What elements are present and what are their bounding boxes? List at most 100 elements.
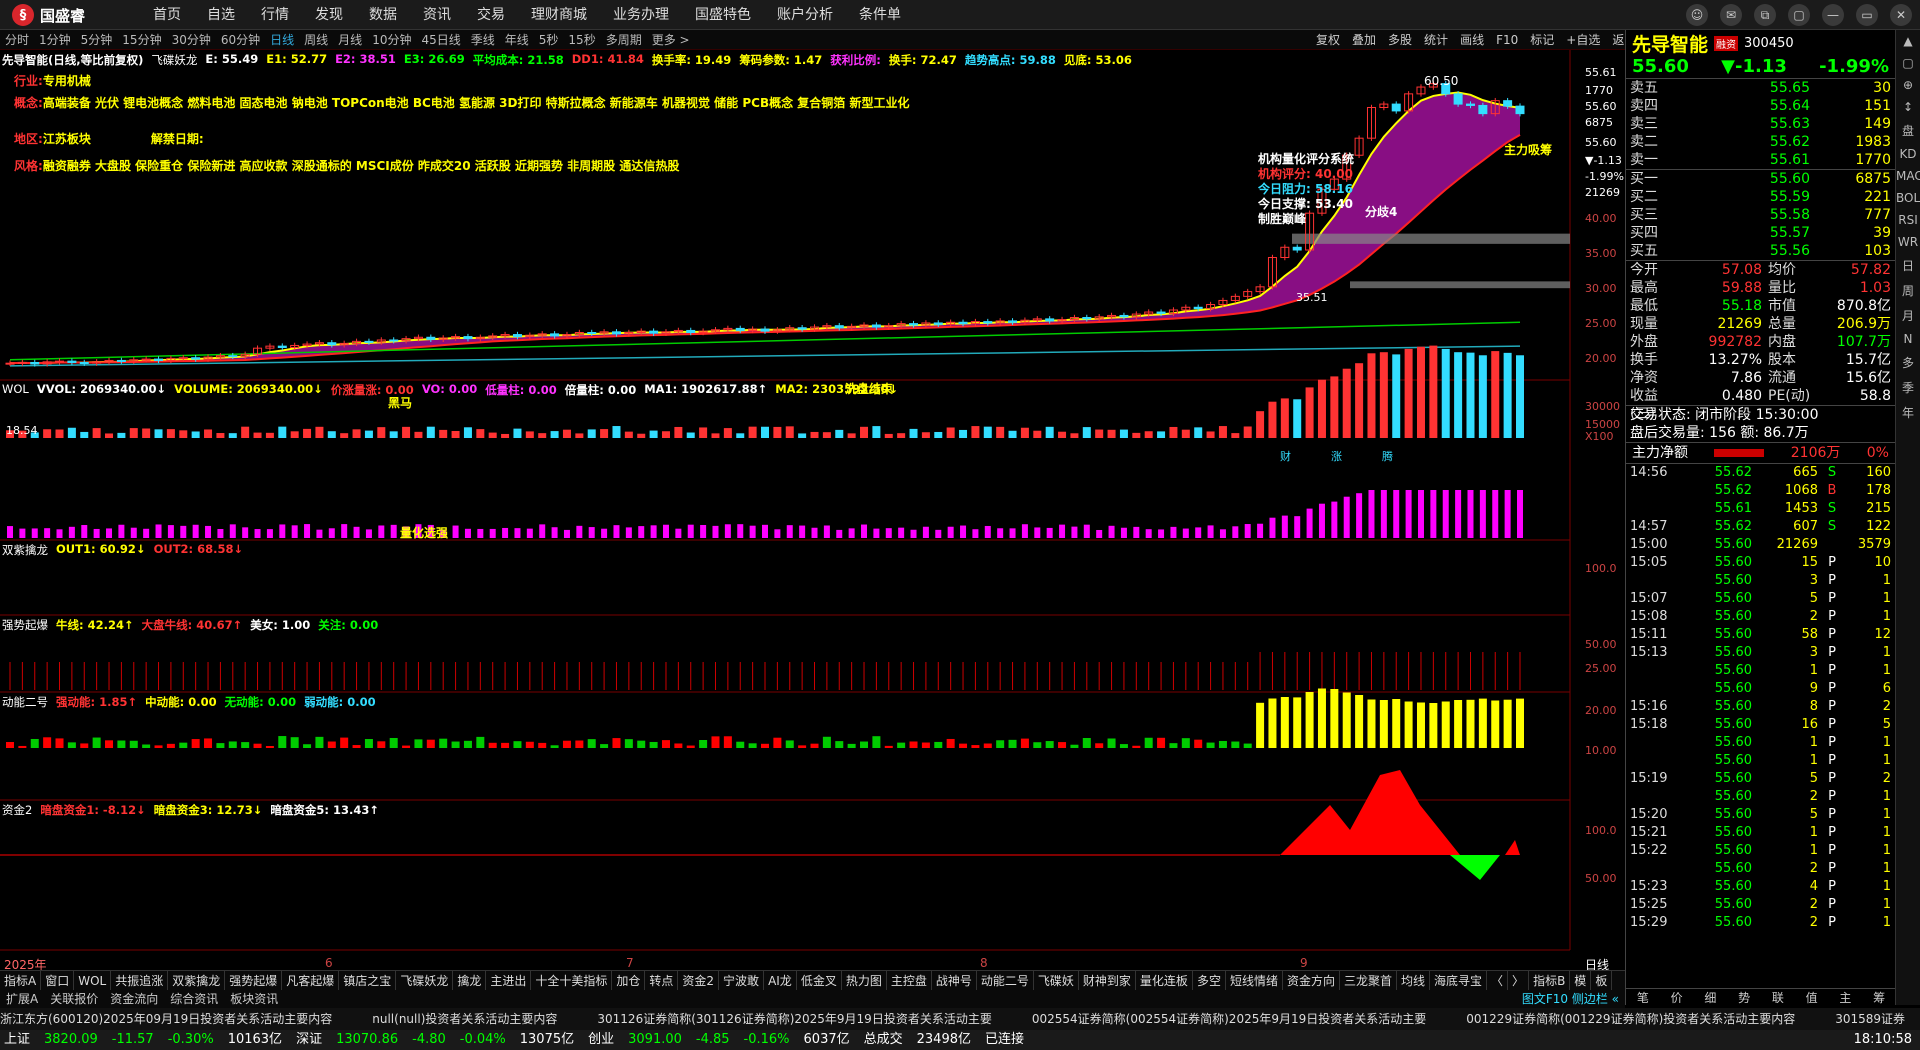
vol-indicator-name[interactable]: WOL xyxy=(2,382,29,398)
indicator-tab-14[interactable]: 资金2 xyxy=(678,971,719,990)
side-tab-16[interactable]: 年 xyxy=(1896,400,1920,425)
news-item-0[interactable]: 浙江东方(600120)2025年09月19日投资者关系活动主要内容 xyxy=(0,1012,332,1026)
sidebar-toggle[interactable]: 图文F10 侧边栏 « xyxy=(1516,990,1625,1008)
side-tab-14[interactable]: 多 xyxy=(1896,350,1920,375)
side-tab-2[interactable]: ⊕ xyxy=(1896,74,1920,96)
news-item-5[interactable]: 301589证券 xyxy=(1835,1012,1905,1026)
menu-item-8[interactable]: 业务办理 xyxy=(600,0,682,30)
indicator-tab-17[interactable]: 低金叉 xyxy=(797,971,842,990)
menu-item-11[interactable]: 条件单 xyxy=(846,0,914,30)
indicator-tab-32[interactable]: 〉 xyxy=(1508,971,1529,990)
indicator-tab-21[interactable]: 动能二号 xyxy=(977,971,1034,990)
period-tab-11[interactable]: 季线 xyxy=(466,30,500,49)
side-tab-8[interactable]: RSI xyxy=(1896,209,1920,231)
tool-button-3[interactable]: 统计 xyxy=(1418,30,1454,50)
indicator-tab-15[interactable]: 宁波敢 xyxy=(719,971,764,990)
quote-tab-0[interactable]: 笔 xyxy=(1626,989,1660,1005)
cy-index-label[interactable]: 创业 xyxy=(588,1030,614,1050)
quote-tab-2[interactable]: 细 xyxy=(1694,989,1728,1005)
period-tab-6[interactable]: 日线 xyxy=(265,30,299,49)
indicator-tab-29[interactable]: 均线 xyxy=(1397,971,1430,990)
indicator-tab-19[interactable]: 主控盘 xyxy=(887,971,932,990)
period-tab-7[interactable]: 周线 xyxy=(299,30,333,49)
indicator-tab-6[interactable]: 凡客起爆 xyxy=(282,971,339,990)
news-item-2[interactable]: 301126证券简称(301126证券简称)2025年9月19日投资者关系活动主… xyxy=(597,1012,991,1026)
indicator-tab-34[interactable]: 模 xyxy=(1570,971,1591,990)
indicator-tab-28[interactable]: 三龙聚首 xyxy=(1340,971,1397,990)
indicator-tab-31[interactable]: 〈 xyxy=(1487,971,1508,990)
indicator-tab-12[interactable]: 加仓 xyxy=(612,971,645,990)
main-net-row[interactable]: 主力净额 2106万 0% xyxy=(1626,442,1895,463)
quote-tab-3[interactable]: 势 xyxy=(1727,989,1761,1005)
side-tab-10[interactable]: 日 xyxy=(1896,253,1920,278)
indicator-tab-3[interactable]: 共振追涨 xyxy=(111,971,168,990)
indicator-tab-22[interactable]: 飞碟妖 xyxy=(1034,971,1079,990)
tool-button-0[interactable]: 复权 xyxy=(1310,30,1346,50)
side-tab-0[interactable]: ▲ xyxy=(1896,30,1920,52)
panel3-indicator-name[interactable]: 双紫擒龙 xyxy=(2,542,48,558)
ext-tab-1[interactable]: 关联报价 xyxy=(44,990,104,1008)
chart-area[interactable]: 先导智能(日线,等比前复权) 飞碟妖龙 E: 55.49 E1: 52.77 E2:… xyxy=(0,50,1625,970)
side-tab-9[interactable]: WR xyxy=(1896,231,1920,253)
indicator-tab-23[interactable]: 财神到家 xyxy=(1079,971,1136,990)
period-tab-9[interactable]: 10分钟 xyxy=(367,30,416,49)
period-tab-12[interactable]: 年线 xyxy=(500,30,534,49)
indicator-tab-24[interactable]: 量化连板 xyxy=(1136,971,1193,990)
sh-index-label[interactable]: 上证 xyxy=(4,1030,30,1050)
indicator-tab-1[interactable]: 窗口 xyxy=(41,971,74,990)
period-tab-3[interactable]: 15分钟 xyxy=(117,30,166,49)
ext-tab-3[interactable]: 综合资讯 xyxy=(164,990,224,1008)
menu-item-2[interactable]: 行情 xyxy=(248,0,302,30)
tick-list[interactable]: 14:56 55.62 665 S 160 55.62 1068 B 178 55.61 1453 S… xyxy=(1626,463,1895,932)
window-control-icon-5[interactable]: ▭ xyxy=(1856,4,1878,26)
quote-tab-7[interactable]: 筹 xyxy=(1862,989,1896,1005)
side-tab-7[interactable]: BOLL xyxy=(1896,187,1920,209)
panel4-indicator-name[interactable]: 强势起爆 xyxy=(2,617,48,633)
window-control-icon-1[interactable]: ✉ xyxy=(1720,4,1742,26)
period-tab-10[interactable]: 45日线 xyxy=(416,30,465,49)
sz-index-label[interactable]: 深证 xyxy=(296,1030,322,1050)
app-logo[interactable]: § 国盛睿 xyxy=(12,4,85,26)
period-tab-0[interactable]: 分时 xyxy=(0,30,34,49)
period-tab-15[interactable]: 多周期 xyxy=(601,30,647,49)
main-indicator-name[interactable]: 飞碟妖龙 xyxy=(151,52,197,68)
quote-tab-6[interactable]: 主 xyxy=(1829,989,1863,1005)
side-tab-12[interactable]: 月 xyxy=(1896,303,1920,328)
window-control-icon-4[interactable]: — xyxy=(1822,4,1844,26)
indicator-tab-18[interactable]: 热力图 xyxy=(842,971,887,990)
indicator-tab-10[interactable]: 主进出 xyxy=(486,971,531,990)
indicator-tab-9[interactable]: 擒龙 xyxy=(453,971,486,990)
indicator-tab-8[interactable]: 飞碟妖龙 xyxy=(396,971,453,990)
period-tab-13[interactable]: 5秒 xyxy=(534,30,564,49)
side-tab-11[interactable]: 周 xyxy=(1896,278,1920,303)
indicator-tab-11[interactable]: 十全十美指标 xyxy=(531,971,612,990)
quote-tab-5[interactable]: 值 xyxy=(1795,989,1829,1005)
side-tab-1[interactable]: ▢ xyxy=(1896,52,1920,74)
side-tab-5[interactable]: KD xyxy=(1896,143,1920,165)
side-tab-3[interactable]: ↕ xyxy=(1896,96,1920,118)
menu-item-9[interactable]: 国盛特色 xyxy=(682,0,764,30)
panel6-indicator-name[interactable]: 资金2 xyxy=(2,802,32,818)
tool-button-2[interactable]: 多股 xyxy=(1382,30,1418,50)
news-item-3[interactable]: 002554证券简称(002554证券简称)2025年9月19日投资者关系活动主… xyxy=(1032,1012,1426,1026)
indicator-tab-26[interactable]: 短线情绪 xyxy=(1226,971,1283,990)
quote-tab-1[interactable]: 价 xyxy=(1660,989,1694,1005)
period-tab-16[interactable]: 更多 > xyxy=(647,30,695,49)
tool-button-6[interactable]: 标记 xyxy=(1524,30,1560,50)
quote-tab-4[interactable]: 联 xyxy=(1761,989,1795,1005)
indicator-tab-35[interactable]: 板 xyxy=(1591,971,1612,990)
news-item-1[interactable]: null(null)投资者关系活动主要内容 xyxy=(372,1012,557,1026)
news-ticker[interactable]: 浙江东方(600120)2025年09月19日投资者关系活动主要内容 null(n… xyxy=(0,1008,1920,1030)
indicator-tab-33[interactable]: 指标B xyxy=(1529,971,1570,990)
news-item-4[interactable]: 001229证券简称(001229证券简称)投资者关系活动主要内容 xyxy=(1466,1012,1795,1026)
period-tab-14[interactable]: 15秒 xyxy=(563,30,600,49)
indicator-tab-7[interactable]: 镇店之宝 xyxy=(339,971,396,990)
window-control-icon-3[interactable]: ▢ xyxy=(1788,4,1810,26)
window-control-icon-0[interactable]: ☺ xyxy=(1686,4,1708,26)
ext-tab-0[interactable]: 扩展A xyxy=(0,990,44,1008)
period-tab-5[interactable]: 60分钟 xyxy=(216,30,265,49)
menu-item-10[interactable]: 账户分析 xyxy=(764,0,846,30)
indicator-tab-0[interactable]: 指标A xyxy=(0,971,41,990)
indicator-tab-25[interactable]: 多空 xyxy=(1193,971,1226,990)
period-tab-2[interactable]: 5分钟 xyxy=(76,30,118,49)
